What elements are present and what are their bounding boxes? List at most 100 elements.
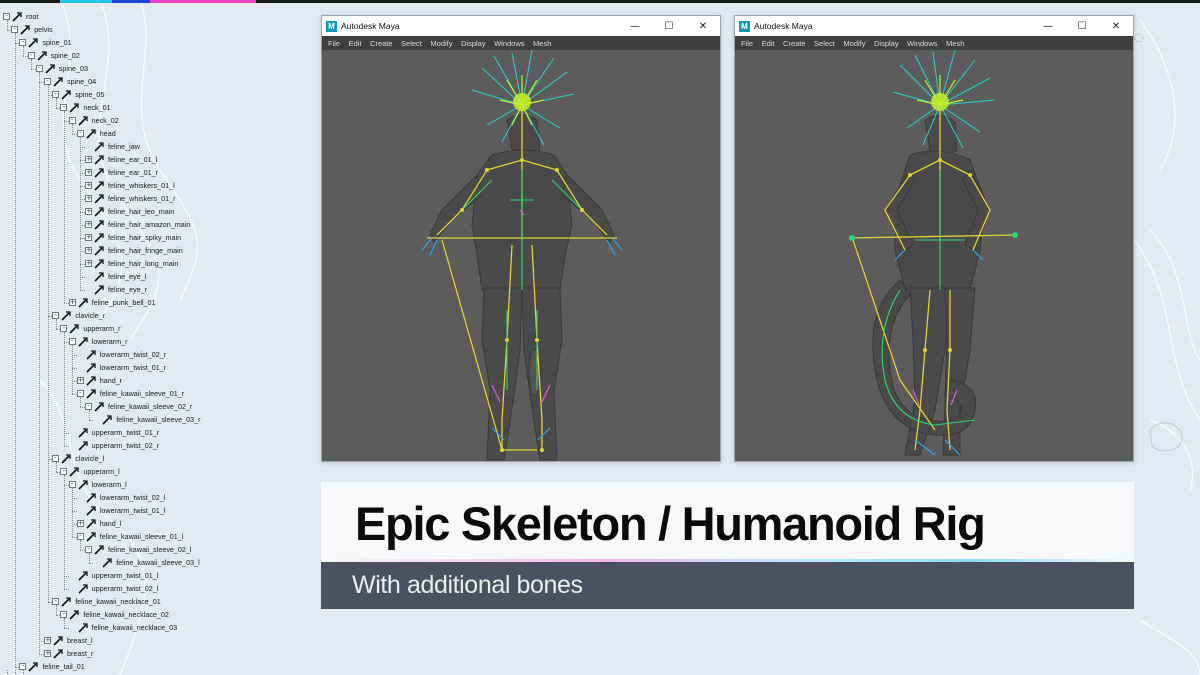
tree-item[interactable]: - spine_03 [35,62,88,75]
title-bar[interactable]: M Autodesk Maya — ☐ ✕ [322,16,720,36]
collapse-icon[interactable]: - [68,117,76,124]
minimize-icon[interactable]: — [1031,16,1065,36]
tree-item[interactable]: upperarm_twist_02_r [69,439,159,452]
tree-item[interactable]: - spine_04 [44,75,96,88]
menu-display[interactable]: Display [874,39,899,48]
menu-windows[interactable]: Windows [907,39,937,48]
tree-item[interactable]: + feline_hair_leo_main [85,205,174,218]
tree-item[interactable]: - spine_01 [19,36,72,49]
tree-item[interactable]: + hand_r [76,374,122,387]
menu-modify[interactable]: Modify [843,39,865,48]
menu-modify[interactable]: Modify [430,39,452,48]
tree-item[interactable]: feline_kawaii_necklace_03 [69,621,177,634]
tree-item[interactable]: - feline_kawaii_necklace_02 [60,608,169,621]
tree-item[interactable]: + feline_ear_01_l [85,153,157,166]
maya-window-side[interactable]: M Autodesk Maya — ☐ ✕ File Edit Create S… [734,15,1134,462]
collapse-icon[interactable]: - [60,325,68,332]
expand-icon[interactable]: + [85,182,92,189]
viewport-side[interactable] [735,50,1133,461]
collapse-icon[interactable]: - [19,39,27,46]
tree-item[interactable]: - feline_tail_01 [19,660,85,673]
expand-icon[interactable]: + [85,208,92,215]
tree-item[interactable]: feline_jaw [85,140,140,153]
maximize-icon[interactable]: ☐ [652,16,686,36]
tree-item[interactable]: - upperarm_l [60,465,120,478]
expand-icon[interactable]: + [44,637,51,644]
tree-item[interactable]: feline_eye_l [85,270,146,283]
maya-window-front[interactable]: M Autodesk Maya — ☐ ✕ File Edit Create S… [321,15,721,462]
tree-item[interactable]: + feline_hair_amazon_main [85,218,190,231]
menu-select[interactable]: Select [814,39,835,48]
title-bar[interactable]: M Autodesk Maya — ☐ ✕ [735,16,1133,36]
maximize-icon[interactable]: ☐ [1065,16,1099,36]
tree-item[interactable]: + breast_l [44,634,93,647]
expand-icon[interactable]: + [85,156,92,163]
tree-item[interactable]: + feline_hair_fringe_main [85,244,183,257]
tree-item[interactable]: - feline_kawaii_sleeve_02_r [85,400,192,413]
expand-icon[interactable]: + [44,650,51,657]
expand-icon[interactable]: + [85,169,92,176]
expand-icon[interactable]: + [76,377,84,384]
tree-item[interactable]: - pelvis [11,23,53,36]
tree-item[interactable]: + feline_whiskers_01_r [85,192,176,205]
tree-item[interactable]: feline_eye_r [85,283,147,296]
menu-mesh[interactable]: Mesh [533,39,551,48]
tree-item[interactable]: feline_kawaii_sleeve_03_l [93,556,200,569]
tree-item[interactable]: + feline_hair_spiky_main [85,231,181,244]
collapse-icon[interactable]: - [52,91,60,98]
collapse-icon[interactable]: - [27,52,35,59]
tree-item[interactable]: - feline_kawaii_sleeve_02_l [85,543,192,556]
tree-item[interactable]: + feline_hair_long_main [85,257,178,270]
menu-file[interactable]: File [741,39,753,48]
collapse-icon[interactable]: - [19,663,27,670]
tree-item[interactable]: - lowerarm_l [68,478,127,491]
tree-item[interactable]: upperarm_twist_02_l [69,582,158,595]
menu-create[interactable]: Create [370,39,393,48]
tree-item[interactable]: - root [3,10,38,23]
collapse-icon[interactable]: - [76,390,84,397]
collapse-icon[interactable]: - [52,455,60,462]
tree-item[interactable]: + breast_r [44,647,93,660]
tree-item[interactable]: - feline_kawaii_necklace_01 [52,595,161,608]
tree-item[interactable]: - upperarm_r [60,322,121,335]
viewport-front[interactable] [322,50,720,461]
tree-item[interactable]: - spine_05 [52,88,104,101]
collapse-icon[interactable]: - [35,65,43,72]
menu-edit[interactable]: Edit [762,39,775,48]
collapse-icon[interactable]: - [60,468,68,475]
collapse-icon[interactable]: - [76,533,84,540]
tree-item[interactable]: + hand_l [76,517,121,530]
expand-icon[interactable]: + [85,234,92,241]
tree-item[interactable]: lowerarm_twist_01_l [77,504,165,517]
outliner-tree[interactable]: - root - pelvis - spine_01- spine_02- spine_03-… [0,10,310,675]
menu-file[interactable]: File [328,39,340,48]
expand-icon[interactable]: + [85,195,92,202]
tree-item[interactable]: + feline_punk_bell_01 [68,296,156,309]
collapse-icon[interactable]: - [76,130,84,137]
collapse-icon[interactable]: - [68,338,76,345]
collapse-icon[interactable]: - [85,403,92,410]
tree-item[interactable]: - feline_kawaii_sleeve_01_r [76,387,184,400]
expand-icon[interactable]: + [85,221,92,228]
expand-icon[interactable]: + [85,247,92,254]
tree-item[interactable]: - neck_01 [60,101,111,114]
tree-item[interactable]: - feline_kawaii_sleeve_01_l [76,530,183,543]
minimize-icon[interactable]: — [618,16,652,36]
expand-icon[interactable]: + [85,260,92,267]
tree-item[interactable]: lowerarm_twist_01_r [77,361,166,374]
tree-item[interactable]: + feline_whiskers_01_l [85,179,175,192]
collapse-icon[interactable]: - [44,78,51,85]
tree-item[interactable]: - head [76,127,116,140]
tree-item[interactable]: - neck_02 [68,114,119,127]
collapse-icon[interactable]: - [60,104,68,111]
tree-item[interactable]: feline_kawaii_sleeve_03_r [93,413,201,426]
tree-item[interactable]: lowerarm_twist_02_r [77,348,166,361]
menu-mesh[interactable]: Mesh [946,39,964,48]
collapse-icon[interactable]: - [60,611,68,618]
collapse-icon[interactable]: - [52,598,60,605]
collapse-icon[interactable]: - [68,481,76,488]
expand-icon[interactable]: + [68,299,76,306]
tree-item[interactable]: - lowerarm_r [68,335,128,348]
collapse-icon[interactable]: - [3,13,10,20]
menu-windows[interactable]: Windows [494,39,524,48]
